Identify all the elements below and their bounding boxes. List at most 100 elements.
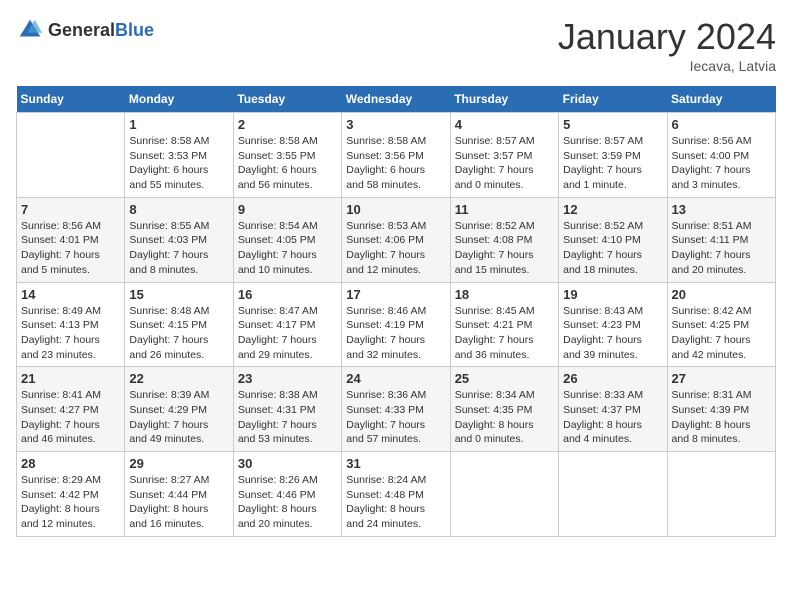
day-number: 4 [455, 117, 554, 132]
day-number: 14 [21, 287, 120, 302]
logo-icon [16, 16, 44, 44]
day-info: Sunrise: 8:52 AM Sunset: 4:10 PM Dayligh… [563, 219, 662, 278]
month-title: January 2024 [558, 16, 776, 58]
calendar-cell: 18 Sunrise: 8:45 AM Sunset: 4:21 PM Dayli… [450, 282, 558, 367]
day-info: Sunrise: 8:54 AM Sunset: 4:05 PM Dayligh… [238, 219, 337, 278]
logo-text-general: General [48, 20, 115, 40]
calendar-cell: 10 Sunrise: 8:53 AM Sunset: 4:06 PM Dayli… [342, 197, 450, 282]
day-info: Sunrise: 8:55 AM Sunset: 4:03 PM Dayligh… [129, 219, 228, 278]
day-info: Sunrise: 8:56 AM Sunset: 4:00 PM Dayligh… [672, 134, 771, 193]
day-info: Sunrise: 8:47 AM Sunset: 4:17 PM Dayligh… [238, 304, 337, 363]
day-number: 26 [563, 371, 662, 386]
day-info: Sunrise: 8:29 AM Sunset: 4:42 PM Dayligh… [21, 473, 120, 532]
day-info: Sunrise: 8:57 AM Sunset: 3:57 PM Dayligh… [455, 134, 554, 193]
header-friday: Friday [559, 86, 667, 113]
day-info: Sunrise: 8:42 AM Sunset: 4:25 PM Dayligh… [672, 304, 771, 363]
calendar-cell: 2 Sunrise: 8:58 AM Sunset: 3:55 PM Daylig… [233, 113, 341, 198]
day-number: 7 [21, 202, 120, 217]
day-info: Sunrise: 8:24 AM Sunset: 4:48 PM Dayligh… [346, 473, 445, 532]
calendar-cell: 30 Sunrise: 8:26 AM Sunset: 4:46 PM Dayli… [233, 452, 341, 537]
day-number: 11 [455, 202, 554, 217]
calendar-cell: 19 Sunrise: 8:43 AM Sunset: 4:23 PM Dayli… [559, 282, 667, 367]
header-thursday: Thursday [450, 86, 558, 113]
day-info: Sunrise: 8:27 AM Sunset: 4:44 PM Dayligh… [129, 473, 228, 532]
calendar-cell [17, 113, 125, 198]
day-number: 24 [346, 371, 445, 386]
day-number: 2 [238, 117, 337, 132]
calendar-week-1: 1Sunrise: 8:58 AM Sunset: 3:53 PM Daylig… [17, 113, 776, 198]
title-area: January 2024 Iecava, Latvia [558, 16, 776, 74]
day-info: Sunrise: 8:48 AM Sunset: 4:15 PM Dayligh… [129, 304, 228, 363]
day-number: 6 [672, 117, 771, 132]
day-number: 19 [563, 287, 662, 302]
logo: GeneralBlue [16, 16, 154, 44]
calendar-cell: 26 Sunrise: 8:33 AM Sunset: 4:37 PM Dayli… [559, 367, 667, 452]
calendar-cell: 14 Sunrise: 8:49 AM Sunset: 4:13 PM Dayli… [17, 282, 125, 367]
day-info: Sunrise: 8:39 AM Sunset: 4:29 PM Dayligh… [129, 388, 228, 447]
day-info: Sunrise: 8:26 AM Sunset: 4:46 PM Dayligh… [238, 473, 337, 532]
calendar-week-3: 14 Sunrise: 8:49 AM Sunset: 4:13 PM Dayli… [17, 282, 776, 367]
calendar-cell: 29Sunrise: 8:27 AM Sunset: 4:44 PM Dayli… [125, 452, 233, 537]
day-number: 9 [238, 202, 337, 217]
day-number: 17 [346, 287, 445, 302]
day-number: 27 [672, 371, 771, 386]
calendar-cell: 4 Sunrise: 8:57 AM Sunset: 3:57 PM Daylig… [450, 113, 558, 198]
day-info: Sunrise: 8:58 AM Sunset: 3:53 PM Dayligh… [129, 134, 228, 193]
calendar-cell: 20 Sunrise: 8:42 AM Sunset: 4:25 PM Dayli… [667, 282, 775, 367]
day-number: 13 [672, 202, 771, 217]
calendar-cell [667, 452, 775, 537]
calendar-cell: 22Sunrise: 8:39 AM Sunset: 4:29 PM Dayli… [125, 367, 233, 452]
header-saturday: Saturday [667, 86, 775, 113]
day-number: 20 [672, 287, 771, 302]
calendar-cell: 24 Sunrise: 8:36 AM Sunset: 4:33 PM Dayli… [342, 367, 450, 452]
calendar-cell: 16 Sunrise: 8:47 AM Sunset: 4:17 PM Dayli… [233, 282, 341, 367]
day-info: Sunrise: 8:38 AM Sunset: 4:31 PM Dayligh… [238, 388, 337, 447]
day-info: Sunrise: 8:53 AM Sunset: 4:06 PM Dayligh… [346, 219, 445, 278]
day-number: 10 [346, 202, 445, 217]
day-number: 18 [455, 287, 554, 302]
calendar-cell: 27 Sunrise: 8:31 AM Sunset: 4:39 PM Dayli… [667, 367, 775, 452]
day-number: 31 [346, 456, 445, 471]
day-number: 28 [21, 456, 120, 471]
day-info: Sunrise: 8:51 AM Sunset: 4:11 PM Dayligh… [672, 219, 771, 278]
day-info: Sunrise: 8:41 AM Sunset: 4:27 PM Dayligh… [21, 388, 120, 447]
day-info: Sunrise: 8:33 AM Sunset: 4:37 PM Dayligh… [563, 388, 662, 447]
day-info: Sunrise: 8:52 AM Sunset: 4:08 PM Dayligh… [455, 219, 554, 278]
day-number: 8 [129, 202, 228, 217]
day-number: 12 [563, 202, 662, 217]
day-info: Sunrise: 8:49 AM Sunset: 4:13 PM Dayligh… [21, 304, 120, 363]
calendar-cell: 11 Sunrise: 8:52 AM Sunset: 4:08 PM Dayli… [450, 197, 558, 282]
day-info: Sunrise: 8:34 AM Sunset: 4:35 PM Dayligh… [455, 388, 554, 447]
day-info: Sunrise: 8:43 AM Sunset: 4:23 PM Dayligh… [563, 304, 662, 363]
calendar-cell: 3Sunrise: 8:58 AM Sunset: 3:56 PM Daylig… [342, 113, 450, 198]
header-monday: Monday [125, 86, 233, 113]
day-info: Sunrise: 8:31 AM Sunset: 4:39 PM Dayligh… [672, 388, 771, 447]
day-number: 25 [455, 371, 554, 386]
calendar-cell: 6 Sunrise: 8:56 AM Sunset: 4:00 PM Daylig… [667, 113, 775, 198]
day-info: Sunrise: 8:36 AM Sunset: 4:33 PM Dayligh… [346, 388, 445, 447]
calendar-cell: 8 Sunrise: 8:55 AM Sunset: 4:03 PM Daylig… [125, 197, 233, 282]
calendar-cell: 13 Sunrise: 8:51 AM Sunset: 4:11 PM Dayli… [667, 197, 775, 282]
day-info: Sunrise: 8:57 AM Sunset: 3:59 PM Dayligh… [563, 134, 662, 193]
calendar-cell [559, 452, 667, 537]
header-sunday: Sunday [17, 86, 125, 113]
day-info: Sunrise: 8:45 AM Sunset: 4:21 PM Dayligh… [455, 304, 554, 363]
calendar-cell: 31 Sunrise: 8:24 AM Sunset: 4:48 PM Dayli… [342, 452, 450, 537]
calendar-cell: 1Sunrise: 8:58 AM Sunset: 3:53 PM Daylig… [125, 113, 233, 198]
calendar-week-2: 7Sunrise: 8:56 AM Sunset: 4:01 PM Daylig… [17, 197, 776, 282]
calendar-cell: 25 Sunrise: 8:34 AM Sunset: 4:35 PM Dayli… [450, 367, 558, 452]
day-number: 23 [238, 371, 337, 386]
calendar-cell: 17Sunrise: 8:46 AM Sunset: 4:19 PM Dayli… [342, 282, 450, 367]
day-number: 30 [238, 456, 337, 471]
calendar-cell: 5Sunrise: 8:57 AM Sunset: 3:59 PM Daylig… [559, 113, 667, 198]
day-number: 16 [238, 287, 337, 302]
day-number: 21 [21, 371, 120, 386]
header-wednesday: Wednesday [342, 86, 450, 113]
day-info: Sunrise: 8:58 AM Sunset: 3:56 PM Dayligh… [346, 134, 445, 193]
page-header: GeneralBlue January 2024 Iecava, Latvia [16, 16, 776, 74]
calendar-table: SundayMondayTuesdayWednesdayThursdayFrid… [16, 86, 776, 537]
day-info: Sunrise: 8:58 AM Sunset: 3:55 PM Dayligh… [238, 134, 337, 193]
calendar-cell: 28 Sunrise: 8:29 AM Sunset: 4:42 PM Dayli… [17, 452, 125, 537]
day-number: 15 [129, 287, 228, 302]
header-tuesday: Tuesday [233, 86, 341, 113]
